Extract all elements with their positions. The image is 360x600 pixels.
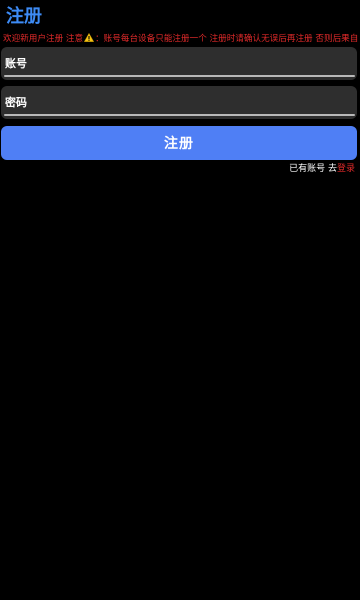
account-input[interactable]	[1, 47, 357, 75]
password-input[interactable]	[1, 86, 357, 114]
notice-prefix: 欢迎新用户注册 注意	[3, 34, 84, 44]
page-title: 注册	[6, 6, 42, 27]
register-button[interactable]: 注册	[1, 126, 357, 160]
password-underline	[4, 114, 355, 116]
login-link[interactable]: 登录	[337, 164, 355, 174]
warning-icon	[83, 33, 95, 46]
account-underline	[4, 75, 355, 77]
notice-text: 欢迎新用户注册 注意 ：账号每台设备只能注册一个 注册时请确认无误后再注册 否则后…	[3, 33, 359, 46]
account-field[interactable]: 账号	[1, 47, 357, 80]
password-field[interactable]: 密码	[1, 86, 357, 119]
login-prompt: 已有账号 去	[289, 164, 337, 174]
notice-body: ：账号每台设备只能注册一个 注册时请确认无误后再注册 否则后果自负	[95, 34, 359, 44]
login-row: 已有账号 去登录	[289, 163, 355, 175]
